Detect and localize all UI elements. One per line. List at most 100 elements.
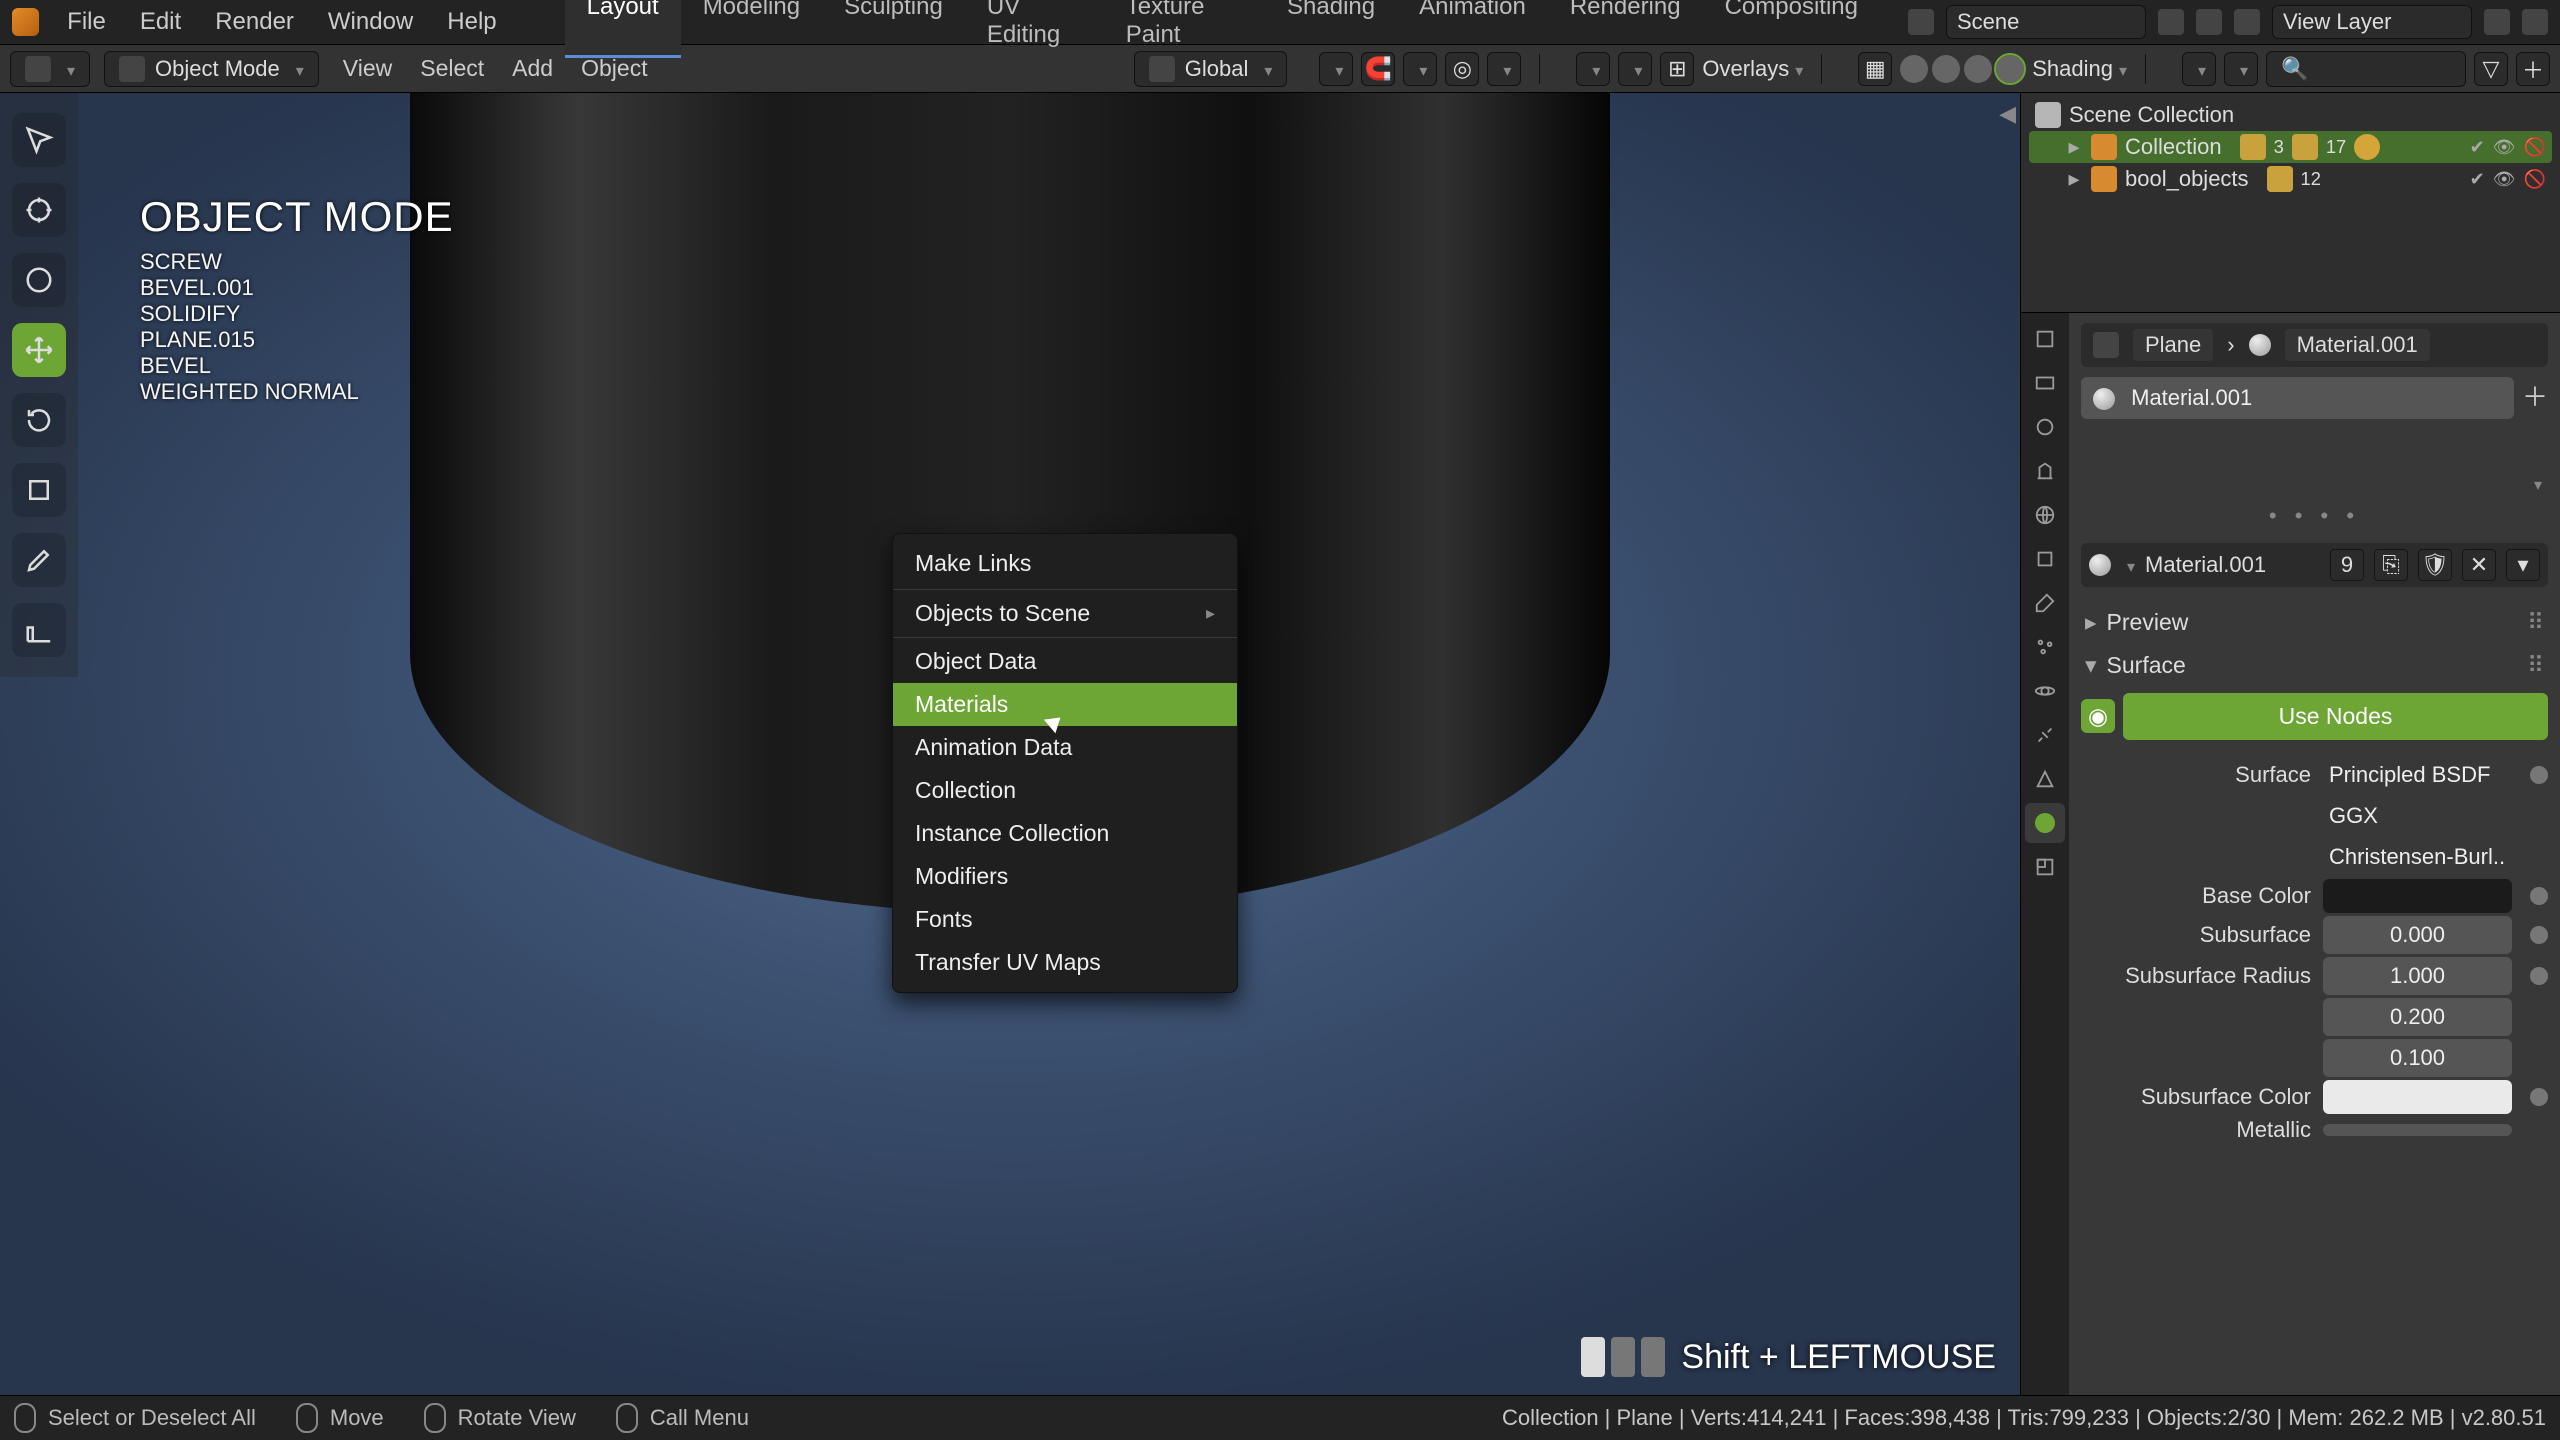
outliner-search[interactable]: 🔍: [2266, 51, 2466, 87]
vp-menu-object[interactable]: Object: [581, 55, 647, 82]
ctx-instance-collection[interactable]: Instance Collection: [893, 812, 1237, 855]
menu-render[interactable]: Render: [215, 8, 294, 36]
workspace-tab-layout[interactable]: Layout: [565, 0, 681, 58]
shading-lookdev-icon[interactable]: [1964, 55, 1992, 83]
prop-value[interactable]: 0.000: [2323, 916, 2512, 954]
material-name-field[interactable]: Material.001: [2145, 552, 2320, 578]
scene-name-field[interactable]: Scene: [1946, 5, 2146, 39]
visibility-icon[interactable]: 👁: [2493, 137, 2516, 158]
menu-help[interactable]: Help: [447, 8, 496, 36]
menu-window[interactable]: Window: [328, 8, 413, 36]
tool-annotate[interactable]: [12, 533, 66, 587]
sidebar-collapse-icon[interactable]: ◀: [1999, 101, 2016, 127]
proportional-type-dropdown[interactable]: [1487, 52, 1521, 86]
outliner-row-collection[interactable]: ▸ Collection 3 17 ✔ 👁 🚫: [2029, 131, 2552, 163]
vp-menu-select[interactable]: Select: [420, 55, 484, 82]
gizmo-dropdown[interactable]: [1618, 52, 1652, 86]
slot-menu-button[interactable]: [2528, 466, 2542, 497]
mode-dropdown[interactable]: Object Mode: [104, 51, 319, 87]
workspace-tab-compositing[interactable]: Compositing: [1703, 0, 1880, 58]
viewlayer-add-icon[interactable]: [2484, 9, 2510, 35]
tab-viewlayer[interactable]: [2025, 407, 2065, 447]
outliner-panel[interactable]: Scene Collection ▸ Collection 3 17 ✔ 👁 🚫: [2021, 93, 2560, 313]
node-socket-icon[interactable]: [2530, 766, 2548, 784]
ctx-objects-to-scene[interactable]: Objects to Scene: [893, 592, 1237, 635]
expand-caret-icon[interactable]: ▸: [2065, 134, 2083, 160]
base-color-swatch[interactable]: [2323, 879, 2512, 913]
workspace-tab-modeling[interactable]: Modeling: [681, 0, 822, 58]
overlay-toggle[interactable]: ⊞: [1660, 52, 1694, 86]
outliner-row-bool[interactable]: ▸ bool_objects 12 ✔ 👁 🚫: [2029, 163, 2552, 195]
material-new-icon[interactable]: ▾: [2506, 549, 2540, 581]
scene-copy-icon[interactable]: [2158, 9, 2184, 35]
tool-measure[interactable]: [12, 603, 66, 657]
panel-grip-icon[interactable]: ⠿: [2527, 609, 2544, 636]
exclude-toggle-icon[interactable]: ✔: [2470, 169, 2485, 190]
xray-toggle[interactable]: ▦: [1858, 52, 1892, 86]
use-nodes-button[interactable]: ◉ Use Nodes: [2123, 693, 2548, 740]
material-slot[interactable]: Material.001: [2081, 377, 2514, 419]
ctx-modifiers[interactable]: Modifiers: [893, 855, 1237, 898]
tool-select-box[interactable]: [12, 113, 66, 167]
panel-surface-header[interactable]: ▾ Surface ⠿: [2081, 644, 2548, 687]
snap-type-dropdown[interactable]: [1403, 52, 1437, 86]
viewlayer-name-field[interactable]: View Layer: [2272, 5, 2472, 39]
slot-resize-handle[interactable]: • • • •: [2081, 503, 2548, 529]
prop-sss-method-value[interactable]: Christensen-Burl..: [2323, 838, 2512, 876]
material-unlink-icon[interactable]: ✕: [2462, 549, 2496, 581]
node-socket-icon[interactable]: [2530, 926, 2548, 944]
panel-grip-icon[interactable]: ⠿: [2527, 652, 2544, 679]
node-socket-icon[interactable]: [2530, 1088, 2548, 1106]
disable-icon[interactable]: 🚫: [2524, 169, 2546, 190]
tab-constraints[interactable]: [2025, 715, 2065, 755]
tab-modifiers[interactable]: [2025, 583, 2065, 623]
tab-output[interactable]: [2025, 363, 2065, 403]
prop-distribution-value[interactable]: GGX: [2323, 797, 2512, 835]
tab-data[interactable]: [2025, 759, 2065, 799]
proportional-toggle[interactable]: ◎: [1445, 52, 1479, 86]
overlays-label[interactable]: Overlays: [1702, 56, 1803, 82]
outliner-editor-type[interactable]: [2182, 52, 2216, 86]
tool-move-unused[interactable]: [12, 253, 66, 307]
prop-value[interactable]: 1.000: [2323, 957, 2512, 995]
tab-scene[interactable]: [2025, 451, 2065, 491]
editor-type-dropdown[interactable]: [10, 51, 90, 87]
tab-material[interactable]: [2025, 803, 2065, 843]
ctx-collection[interactable]: Collection: [893, 769, 1237, 812]
tab-particles[interactable]: [2025, 627, 2065, 667]
exclude-toggle-icon[interactable]: ✔: [2470, 137, 2485, 158]
visibility-icon[interactable]: 👁: [2493, 169, 2516, 190]
ctx-fonts[interactable]: Fonts: [893, 898, 1237, 941]
ctx-object-data[interactable]: Object Data: [893, 640, 1237, 683]
breadcrumb-material[interactable]: Material.001: [2285, 329, 2430, 361]
material-users-count[interactable]: 9: [2330, 549, 2364, 581]
tool-rotate[interactable]: [12, 393, 66, 447]
outliner-display-mode[interactable]: [2224, 52, 2258, 86]
tab-texture[interactable]: [2025, 847, 2065, 887]
shading-wire-icon[interactable]: [1900, 55, 1928, 83]
workspace-tab-texturepaint[interactable]: Texture Paint: [1104, 0, 1265, 58]
node-socket-icon[interactable]: [2530, 887, 2548, 905]
outliner-scene-collection[interactable]: Scene Collection: [2029, 99, 2552, 131]
node-toggle-icon[interactable]: ◉: [2081, 699, 2115, 733]
outliner-new-collection-icon[interactable]: ＋: [2516, 52, 2550, 86]
outliner-filter-icon[interactable]: ▽: [2474, 52, 2508, 86]
material-newcopy-icon[interactable]: ⎘: [2374, 549, 2408, 581]
menu-file[interactable]: File: [67, 8, 106, 36]
breadcrumb-object[interactable]: Plane: [2133, 329, 2213, 361]
workspace-tab-animation[interactable]: Animation: [1397, 0, 1548, 58]
vp-menu-view[interactable]: View: [343, 55, 392, 82]
prop-shader-value[interactable]: Principled BSDF: [2323, 756, 2512, 794]
workspace-tab-rendering[interactable]: Rendering: [1548, 0, 1703, 58]
panel-preview-header[interactable]: ▸ Preview ⠿: [2081, 601, 2548, 644]
viewlayer-remove-icon[interactable]: [2522, 9, 2548, 35]
disable-icon[interactable]: 🚫: [2524, 137, 2546, 158]
slot-add-button[interactable]: ＋: [2522, 377, 2548, 414]
3d-viewport[interactable]: ◀ OBJECT MODE SCREW BEVEL.001 SOLIDIFY P…: [0, 93, 2020, 1395]
vp-menu-add[interactable]: Add: [512, 55, 553, 82]
tab-world[interactable]: [2025, 495, 2065, 535]
shading-solid-icon[interactable]: [1932, 55, 1960, 83]
tool-scale[interactable]: [12, 463, 66, 517]
workspace-tab-shading[interactable]: Shading: [1265, 0, 1397, 58]
node-socket-icon[interactable]: [2530, 967, 2548, 985]
